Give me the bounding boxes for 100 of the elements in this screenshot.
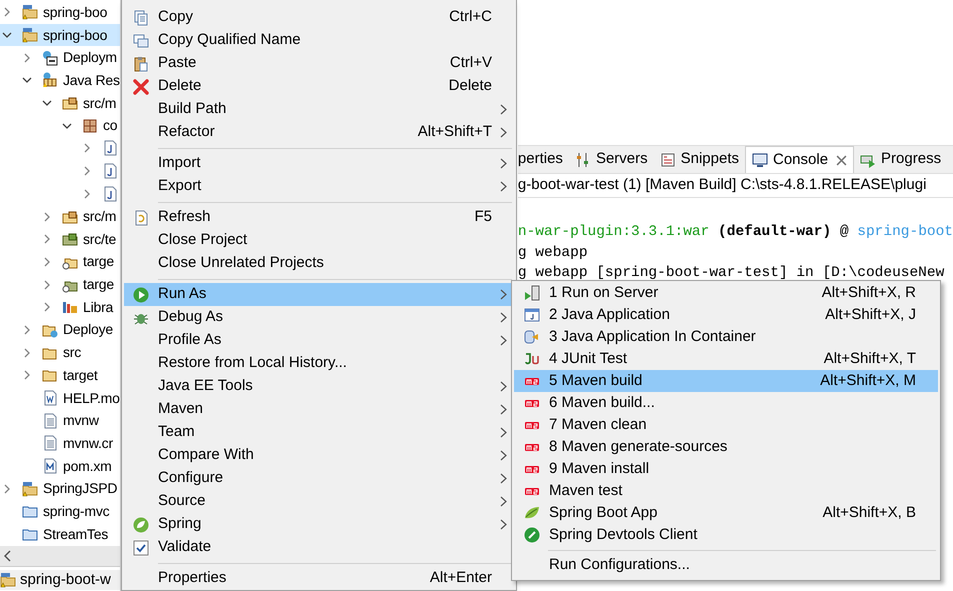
menu-item[interactable]: Validate <box>124 536 514 559</box>
tree-item[interactable]: src/te <box>0 228 120 251</box>
menu-item[interactable]: Restore from Local History... <box>124 352 514 375</box>
tree-item[interactable]: spring-mvc <box>0 500 120 523</box>
horizontal-scrollbar[interactable] <box>0 546 120 566</box>
menu-item[interactable]: 9 Maven install <box>514 458 938 480</box>
tree-item[interactable]: src <box>0 341 120 364</box>
tree-item[interactable]: co <box>0 114 120 138</box>
menu-item[interactable]: Compare With <box>124 444 514 467</box>
menu-item[interactable]: Java EE Tools <box>124 375 514 398</box>
collapse-chevron-icon[interactable] <box>2 30 12 40</box>
tree-item[interactable]: Deploym <box>0 46 120 70</box>
view-tab[interactable]: Servers <box>568 146 654 173</box>
console-monitor-icon <box>752 152 768 168</box>
menu-item[interactable]: Copy Ctrl+C <box>124 6 514 29</box>
expand-chevron-icon[interactable] <box>2 7 12 18</box>
tree-item[interactable]: pom.xm <box>0 454 120 478</box>
menu-item[interactable]: 4 JUnit Test Alt+Shift+X, T <box>514 348 938 370</box>
tree-item[interactable]: Java Res <box>0 69 120 92</box>
console-line: g webapp <box>518 244 589 262</box>
menu-item[interactable]: Run Configurations... <box>514 554 938 576</box>
menu-item[interactable]: Profile As <box>124 329 514 352</box>
tree-item[interactable]: Libra <box>0 296 120 319</box>
expand-chevron-icon[interactable] <box>2 484 12 494</box>
tree-item[interactable]: SpringJSPD <box>0 477 120 500</box>
submenu-chevron-icon <box>500 496 506 507</box>
java-file-icon <box>102 163 118 180</box>
expand-chevron-icon[interactable] <box>82 166 92 176</box>
expand-chevron-icon[interactable] <box>42 302 52 312</box>
submenu-chevron-icon <box>500 312 506 323</box>
menu-item[interactable]: Delete Delete <box>124 75 514 98</box>
tree-item[interactable]: mvnw <box>0 409 120 432</box>
expand-chevron-icon[interactable] <box>22 370 32 380</box>
menu-item[interactable]: 5 Maven build Alt+Shift+X, M <box>514 370 938 392</box>
tree-item[interactable]: src/m <box>0 92 120 114</box>
expand-chevron-icon[interactable] <box>42 256 52 267</box>
menu-item[interactable]: Paste Ctrl+V <box>124 52 514 75</box>
menu-item[interactable]: Export <box>124 175 514 198</box>
menu-item[interactable]: 1 Run on Server Alt+Shift+X, R <box>514 282 938 304</box>
tree-item[interactable]: src/m <box>0 205 120 228</box>
submenu-chevron-icon <box>500 127 506 138</box>
document-icon <box>42 390 58 406</box>
submenu-chevron-icon <box>500 450 506 461</box>
menu-item[interactable]: 3 Java Application In Container <box>514 326 938 348</box>
submenu-chevron-icon <box>500 427 506 438</box>
tree-item[interactable]: spring-boo <box>0 24 120 46</box>
menu-item[interactable]: Refresh F5 <box>124 206 514 229</box>
menu-item[interactable]: Refactor Alt+Shift+T <box>124 121 514 144</box>
check-icon <box>133 540 149 556</box>
tree-item[interactable]: targe <box>0 273 120 296</box>
menu-item[interactable]: Spring Boot App Alt+Shift+X, B <box>514 502 938 524</box>
menu-item[interactable]: Properties Alt+Enter <box>124 567 514 590</box>
menu-item[interactable]: Build Path <box>124 98 514 121</box>
view-tab[interactable]: Console <box>745 146 854 173</box>
submenu-chevron-icon <box>500 158 506 169</box>
menu-item[interactable]: Close Project <box>124 229 514 252</box>
menu-item[interactable]: Close Unrelated Projects <box>124 252 514 275</box>
scroll-left-icon[interactable] <box>4 550 12 562</box>
copy-icon <box>133 32 149 48</box>
expand-chevron-icon[interactable] <box>82 188 92 199</box>
menu-item[interactable]: Maven <box>124 398 514 421</box>
tree-item[interactable]: target <box>0 364 120 387</box>
menu-item[interactable]: 7 Maven clean <box>514 414 938 436</box>
text-file-icon <box>42 435 58 452</box>
view-tab[interactable]: perties <box>518 146 569 173</box>
submenu-chevron-icon <box>500 381 506 392</box>
tree-item[interactable]: spring-boo <box>0 1 120 24</box>
menu-item[interactable]: Debug As <box>124 306 514 329</box>
tree-item[interactable]: StreamTes <box>0 522 120 546</box>
menu-item[interactable]: Source <box>124 490 514 513</box>
menu-item[interactable]: 6 Maven build... <box>514 392 938 414</box>
expand-chevron-icon[interactable] <box>42 234 52 244</box>
close-icon[interactable] <box>836 154 848 166</box>
expand-chevron-icon[interactable] <box>22 52 32 63</box>
expand-chevron-icon[interactable] <box>22 348 32 358</box>
menu-item[interactable]: Copy Qualified Name <box>124 29 514 52</box>
expand-chevron-icon[interactable] <box>82 143 92 154</box>
tree-item[interactable]: Deploye <box>0 318 120 342</box>
collapse-chevron-icon[interactable] <box>62 120 72 131</box>
menu-item[interactable]: Maven test <box>514 480 938 502</box>
view-tab[interactable]: Progress <box>854 146 948 173</box>
menu-item[interactable]: Import <box>124 152 514 175</box>
expand-chevron-icon[interactable] <box>42 212 52 222</box>
menu-item[interactable]: 8 Maven generate-sources <box>514 436 938 458</box>
tree-item[interactable]: targe <box>0 250 120 274</box>
tree-item[interactable]: HELP.mo <box>0 386 120 410</box>
collapse-chevron-icon[interactable] <box>22 75 32 86</box>
collapse-chevron-icon[interactable] <box>42 98 52 108</box>
expand-chevron-icon[interactable] <box>42 280 52 290</box>
menu-item[interactable]: Spring <box>124 513 514 536</box>
menu-item[interactable]: 2 Java Application Alt+Shift+X, J <box>514 304 938 326</box>
view-tab[interactable]: Snippets <box>654 146 745 173</box>
menu-item[interactable]: Team <box>124 421 514 444</box>
submenu-chevron-icon <box>500 335 506 346</box>
menu-item[interactable]: Configure <box>124 467 514 490</box>
expand-chevron-icon[interactable] <box>22 324 32 335</box>
menu-item[interactable]: Run As <box>124 283 514 306</box>
source-folder-icon <box>62 208 78 225</box>
tree-item[interactable]: mvnw.cr <box>0 432 120 455</box>
menu-item[interactable]: Spring Devtools Client <box>514 524 938 546</box>
